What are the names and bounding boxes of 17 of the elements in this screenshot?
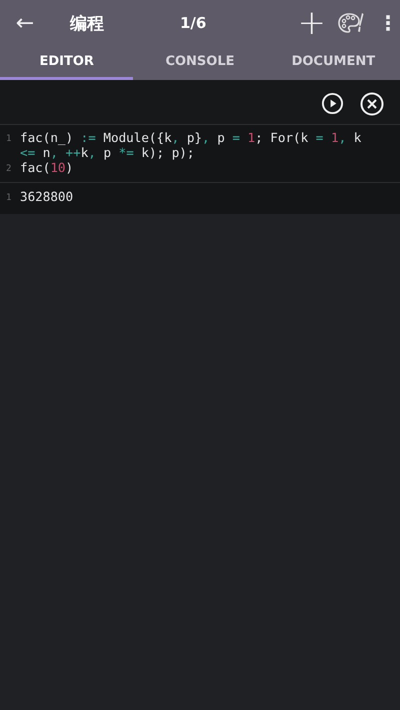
add-button[interactable]: + bbox=[298, 6, 326, 40]
screen-title: 编程 bbox=[70, 12, 105, 34]
back-button[interactable]: ← bbox=[10, 10, 40, 36]
tab[interactable]: DOCUMENT bbox=[266, 46, 400, 80]
run-icon[interactable] bbox=[321, 92, 344, 115]
code-line: fac(10) bbox=[20, 160, 74, 177]
code-line: fac(n_) := Module({k, p}, p = 1; For(k = 1, k <= n, ++k, p *= k); p); bbox=[20, 130, 362, 160]
output-text: 3628800 bbox=[20, 189, 74, 206]
tab[interactable]: CONSOLE bbox=[133, 46, 267, 80]
page-counter: 1/6 bbox=[180, 14, 206, 32]
close-icon[interactable] bbox=[360, 92, 384, 116]
input-cell[interactable]: 1 fac(n_) := Module({k, p}, p = 1; For(k = 1, k <= n, ++k, p *= k); p); 2 fac(10) bbox=[0, 124, 400, 182]
line-number: 1 bbox=[5, 192, 12, 205]
more-menu-button[interactable]: ⋮ bbox=[378, 11, 392, 35]
line-number: 1 bbox=[5, 133, 12, 146]
line-number: 2 bbox=[5, 163, 12, 176]
palette-icon[interactable] bbox=[338, 11, 366, 35]
